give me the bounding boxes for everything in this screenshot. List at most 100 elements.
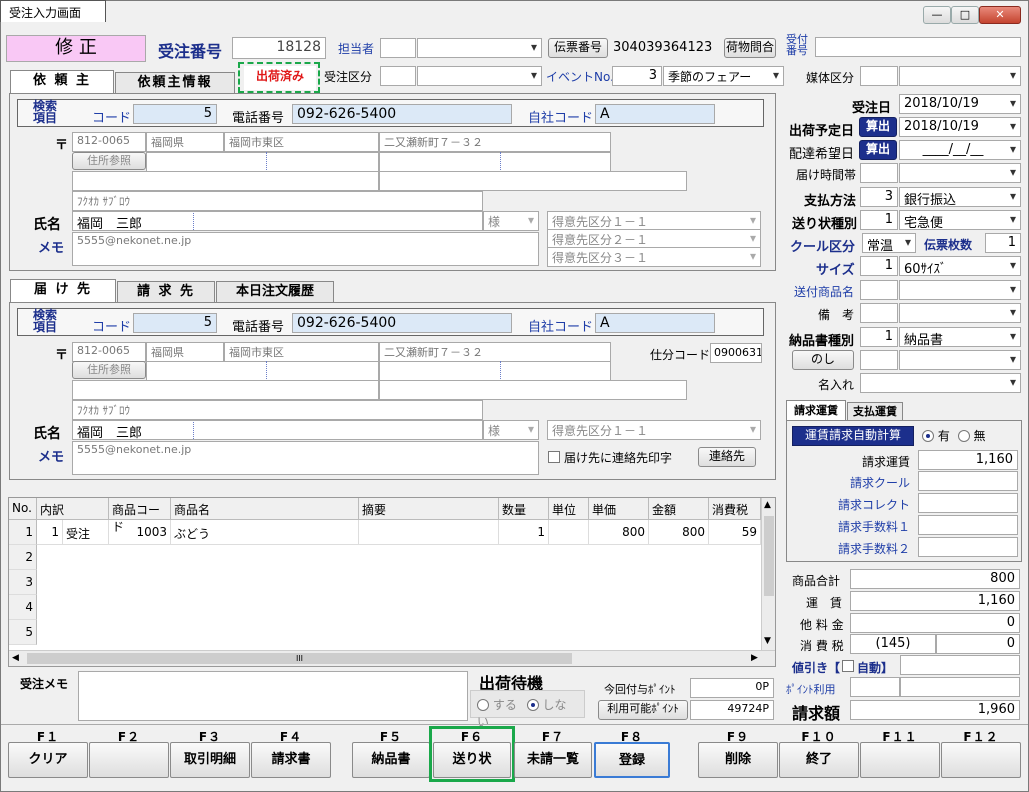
line-product-code[interactable]: 1003 [109,520,171,545]
delivery-note-button[interactable]: 納品書 [352,742,430,778]
dest-address-extra-2[interactable] [379,361,611,381]
media-select[interactable] [899,66,1021,86]
invoice-kind-code[interactable]: 1 [860,327,898,347]
invoice-button[interactable]: 請求書 [251,742,331,778]
dest-own-code-field[interactable]: A [595,313,715,333]
row-number[interactable]: 5 [9,620,37,645]
dest-kana-field[interactable]: ﾌｸｵｶ ｻﾌﾞﾛｳ [72,400,483,420]
slip-kind-select[interactable]: 宅急便 [899,210,1021,230]
freight-yes-radio[interactable] [922,430,934,442]
order-no-field[interactable]: 18128 [232,37,326,59]
row-number[interactable]: 3 [9,570,37,595]
row-number[interactable]: 4 [9,595,37,620]
discount-auto-checkbox[interactable] [842,660,854,672]
size-code[interactable]: 1 [860,256,898,276]
slip-count-field[interactable]: 1 [985,233,1021,253]
client-email-field[interactable]: 5555@nekonet.ne.jp [72,232,539,266]
dest-building-field-2[interactable] [379,380,687,400]
transaction-details-button[interactable]: 取引明細 [170,742,250,778]
line-amount[interactable]: 800 [649,520,709,545]
client-customer-cat-2[interactable]: 得意先区分２－１ [547,229,761,249]
voucher-no-button[interactable]: 伝票番号 [548,38,608,58]
point-use-field[interactable] [900,677,1020,697]
dest-city-field[interactable]: 福岡市東区 [224,342,379,362]
client-customer-cat-3[interactable]: 得意先区分３－１ [547,247,761,267]
noshi-button[interactable]: のし [792,350,854,370]
cool-select[interactable]: 常温 [862,233,916,253]
payment-select[interactable]: 銀行振込 [899,187,1021,207]
hscroll-thumb[interactable]: III [27,653,572,664]
tab-client-info[interactable]: 依頼主情報 [115,72,235,94]
event-select[interactable]: 季節のフェアー [663,66,784,86]
note-code[interactable] [860,303,898,323]
billing-fee1-field[interactable] [918,515,1018,535]
print-contact-checkbox[interactable] [548,451,560,463]
media-code[interactable] [860,66,898,86]
delivery-date-calc-button[interactable]: 算出 [859,140,897,160]
line-breakdown-code[interactable]: 1 [37,520,63,545]
parcel-inquiry-button[interactable]: 荷物問合 [724,38,776,58]
line-summary[interactable] [359,520,499,545]
row-number[interactable]: 2 [9,545,37,570]
dest-honorific-select[interactable]: 様 [483,420,539,440]
billing-cool-field[interactable] [918,471,1018,491]
slip-kind-code[interactable]: 1 [860,210,898,230]
billing-fee2-field[interactable] [918,537,1018,557]
maximize-button[interactable]: □ [951,6,979,24]
scroll-down-icon[interactable]: ▼ [764,636,771,646]
client-own-code-field[interactable]: A [595,104,715,124]
standby-yes-radio[interactable] [477,699,489,711]
tab-billing-freight[interactable]: 請求運賃 [786,400,846,421]
order-memo-field[interactable] [78,671,468,721]
client-phone-field[interactable]: 092-626-5400 [292,104,512,124]
dest-email-field[interactable]: 5555@nekonet.ne.jp [72,441,539,475]
dest-address-extra-1[interactable] [146,361,379,381]
invoice-kind-select[interactable]: 納品書 [899,327,1021,347]
dest-pref-field[interactable]: 福岡県 [146,342,224,362]
tab-destination[interactable]: 届 け 先 [10,279,116,303]
dest-zip-field[interactable]: 812-0065 [72,342,146,362]
auto-freight-calc-button[interactable]: 運賃請求自動計算 [792,426,914,446]
billing-collect-field[interactable] [918,493,1018,513]
client-address-lookup-button[interactable]: 住所参照 [72,152,146,170]
available-points-button[interactable]: 利用可能ﾎﾟｲﾝﾄ [598,700,688,720]
client-pref-field[interactable]: 福岡県 [146,132,224,152]
dest-phone-field[interactable]: 092-626-5400 [292,313,512,333]
time-slot-code[interactable] [860,163,898,183]
size-select[interactable]: 60ｻｲｽﾞ [899,256,1021,276]
client-honorific-select[interactable]: 様 [483,211,539,231]
name-print-select[interactable] [860,373,1021,393]
tab-payment-freight[interactable]: 支払運賃 [847,402,903,421]
dest-name-field[interactable]: 福岡 三郎 [72,420,483,440]
time-slot-select[interactable] [899,163,1021,183]
ship-date-calc-button[interactable]: 算出 [859,117,897,137]
sort-code-field[interactable]: 0900631 [710,343,762,363]
unbilled-list-button[interactable]: 未請一覧 [514,742,592,778]
tab-billing[interactable]: 請 求 先 [117,281,215,303]
order-date-field[interactable]: 2018/10/19 [899,94,1021,114]
client-kana-field[interactable]: ﾌｸｵｶ ｻﾌﾞﾛｳ [72,191,483,211]
product-name-code[interactable] [860,280,898,300]
grid-vertical-scrollbar[interactable]: ▲ ▼ [761,498,775,650]
billing-freight-field[interactable]: 1,160 [918,450,1018,470]
order-kind-select[interactable] [417,66,542,86]
exit-button[interactable]: 終了 [779,742,859,778]
staff-code-field[interactable] [380,38,416,58]
row-number[interactable]: 1 [9,520,37,545]
client-city-field[interactable]: 福岡市東区 [224,132,379,152]
grid-horizontal-scrollbar[interactable]: ◀ III ▶ [9,650,775,666]
receipt-no-field[interactable] [815,37,1021,57]
clear-button[interactable]: クリア [8,742,88,778]
note-select[interactable] [899,303,1021,323]
event-no-field[interactable]: 3 [612,66,662,86]
line-unit[interactable] [549,520,589,545]
client-name-field[interactable]: 福岡 三郎 [72,211,483,231]
f12-button[interactable] [941,742,1021,778]
dest-building-field[interactable] [72,380,379,400]
client-building-field-2[interactable] [379,171,687,191]
line-unit-price[interactable]: 800 [589,520,649,545]
order-kind-code[interactable] [380,66,416,86]
client-building-field[interactable] [72,171,379,191]
delivery-date-field[interactable]: ____/__/__ [899,140,1021,160]
line-breakdown-name[interactable]: 受注 [63,520,109,545]
